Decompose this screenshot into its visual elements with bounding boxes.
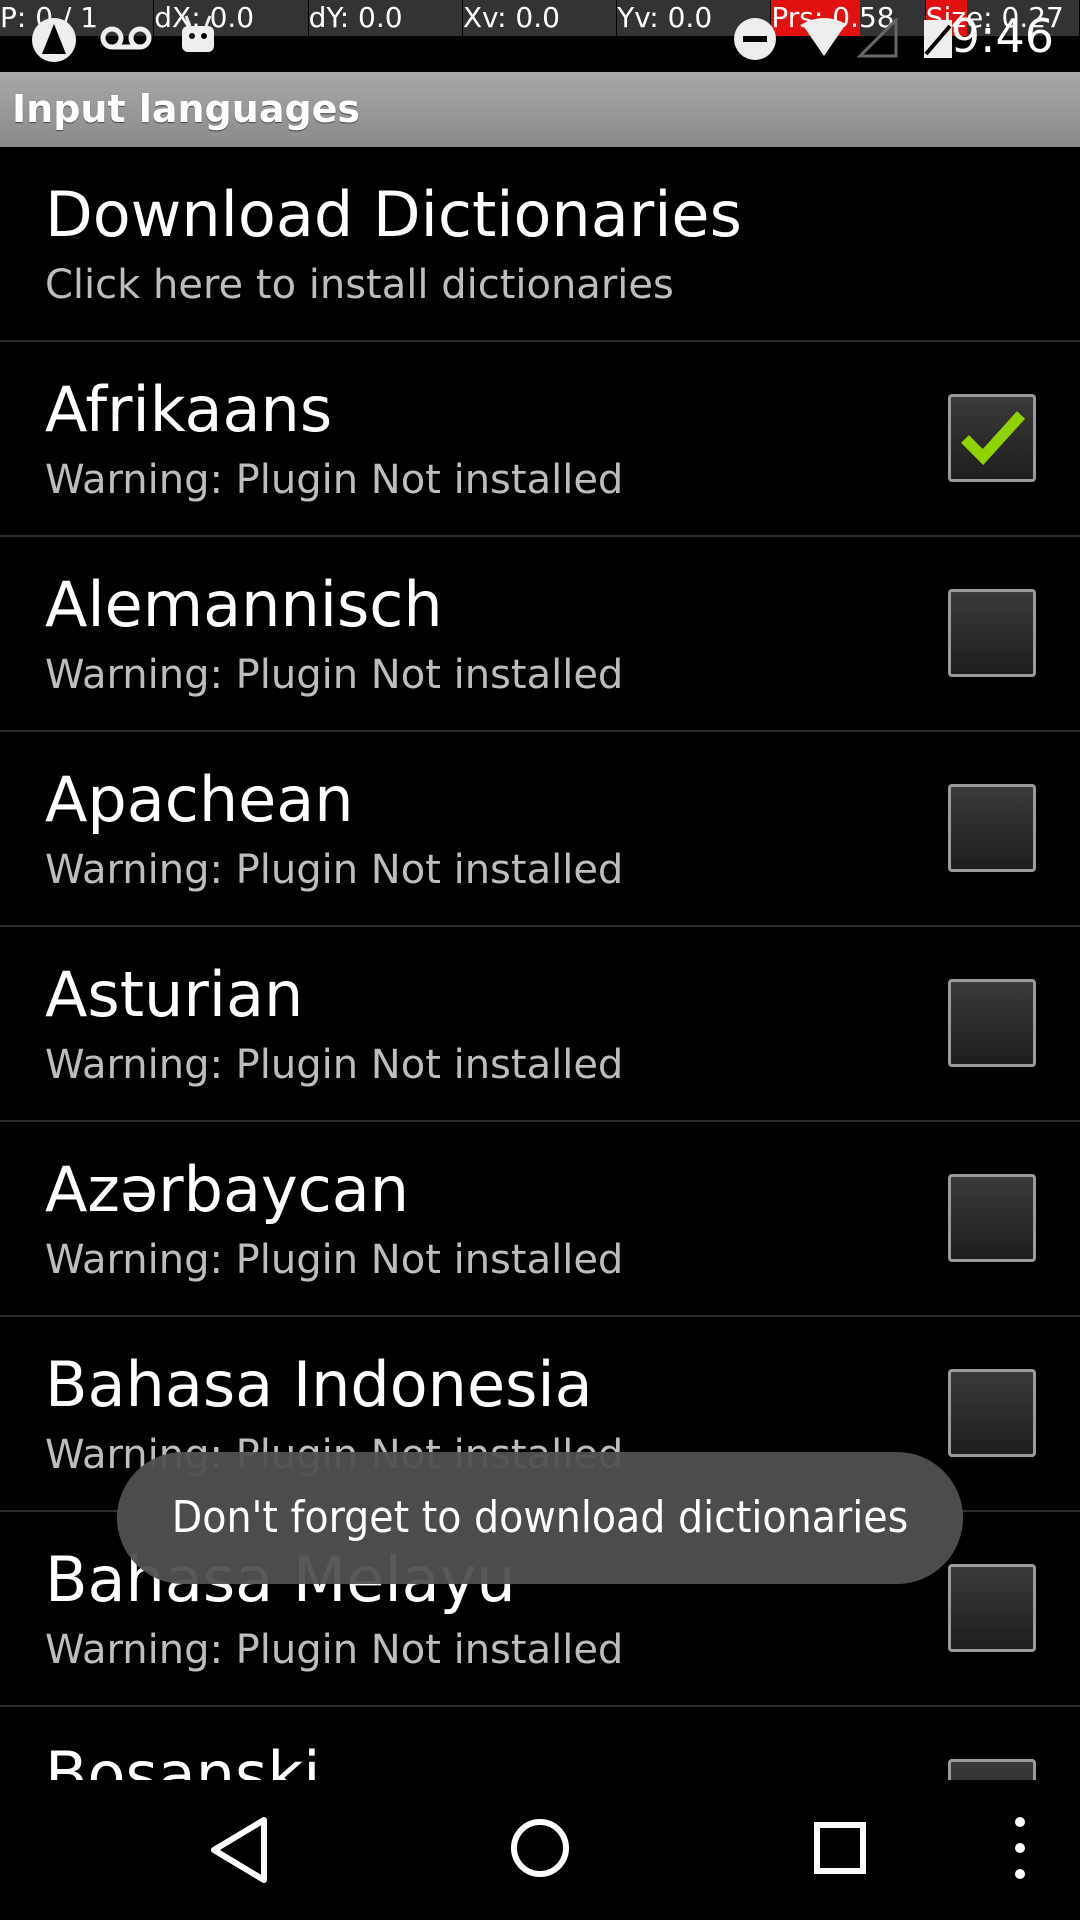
language-summary: Warning: Plugin Not installed xyxy=(45,652,624,698)
overflow-menu-icon[interactable] xyxy=(1000,1780,1040,1920)
language-summary: Warning: Plugin Not installed xyxy=(45,457,624,503)
debug-yv-text: Yv: 0.0 xyxy=(617,1,713,34)
language-name: Bosanski xyxy=(45,1738,321,1780)
status-bar: P: 0 / 1 dX: 0.0 dY: 0.0 Xv: 0.0 Yv: 0.0… xyxy=(0,0,1080,72)
back-icon[interactable] xyxy=(200,1780,280,1920)
language-name: Alemannisch xyxy=(45,568,443,641)
language-checkbox[interactable] xyxy=(948,784,1036,872)
language-name: Asturian xyxy=(45,958,304,1031)
debug-xv-text: Xv: 0.0 xyxy=(462,1,560,34)
title-bar: Input languages xyxy=(0,72,1080,147)
language-name: Azərbaycan xyxy=(45,1153,410,1226)
voicemail-icon xyxy=(100,26,152,50)
language-checkbox[interactable] xyxy=(948,1174,1036,1262)
do-not-disturb-icon xyxy=(734,18,776,60)
language-checkbox[interactable] xyxy=(948,1369,1036,1457)
signal-icon xyxy=(856,18,898,58)
home-icon[interactable] xyxy=(500,1780,580,1920)
debug-xv: Xv: 0.0 xyxy=(462,0,618,36)
language-name: Apachean xyxy=(45,763,354,836)
android-icon xyxy=(182,15,214,52)
list-item-azerbaycan[interactable]: Azərbaycan Warning: Plugin Not installed xyxy=(0,1122,1080,1317)
debug-dy-text: dY: 0.0 xyxy=(308,1,403,34)
debug-dy: dY: 0.0 xyxy=(308,0,463,36)
list-item-alemannisch[interactable]: Alemannisch Warning: Plugin Not installe… xyxy=(0,537,1080,732)
list-item-asturian[interactable]: Asturian Warning: Plugin Not installed xyxy=(0,927,1080,1122)
navigation-bar xyxy=(0,1780,1080,1920)
clock: 9:46 xyxy=(950,9,1054,63)
language-summary: Warning: Plugin Not installed xyxy=(45,1627,624,1673)
checkmark-icon xyxy=(961,411,1026,465)
page-title: Input languages xyxy=(12,87,361,131)
download-dictionaries-summary: Click here to install dictionaries xyxy=(45,262,674,308)
language-name: Afrikaans xyxy=(45,373,333,446)
language-checkbox[interactable] xyxy=(948,1564,1036,1652)
debug-pressure: Prs: 0.58 xyxy=(771,0,926,36)
list-item-afrikaans[interactable]: Afrikaans Warning: Plugin Not installed xyxy=(0,342,1080,537)
language-checkbox[interactable] xyxy=(948,1759,1036,1780)
language-summary: Warning: Plugin Not installed xyxy=(45,847,624,893)
language-summary: Warning: Plugin Not installed xyxy=(45,1237,624,1283)
language-summary: Warning: Plugin Not installed xyxy=(45,1042,624,1088)
language-checkbox[interactable] xyxy=(948,979,1036,1067)
language-name: Bahasa Indonesia xyxy=(45,1348,593,1421)
list-item-bosanski[interactable]: Bosanski xyxy=(0,1707,1080,1780)
language-checkbox[interactable] xyxy=(948,589,1036,677)
list-item-apachean[interactable]: Apachean Warning: Plugin Not installed xyxy=(0,732,1080,927)
download-dictionaries-title: Download Dictionaries xyxy=(45,178,742,251)
app-icon xyxy=(32,18,76,62)
wifi-icon xyxy=(802,18,846,56)
download-dictionaries-item[interactable]: Download Dictionaries Click here to inst… xyxy=(0,147,1080,342)
toast-message: Don't forget to download dictionaries xyxy=(117,1452,963,1584)
recents-icon[interactable] xyxy=(800,1780,880,1920)
language-checkbox-checked[interactable] xyxy=(948,394,1036,482)
